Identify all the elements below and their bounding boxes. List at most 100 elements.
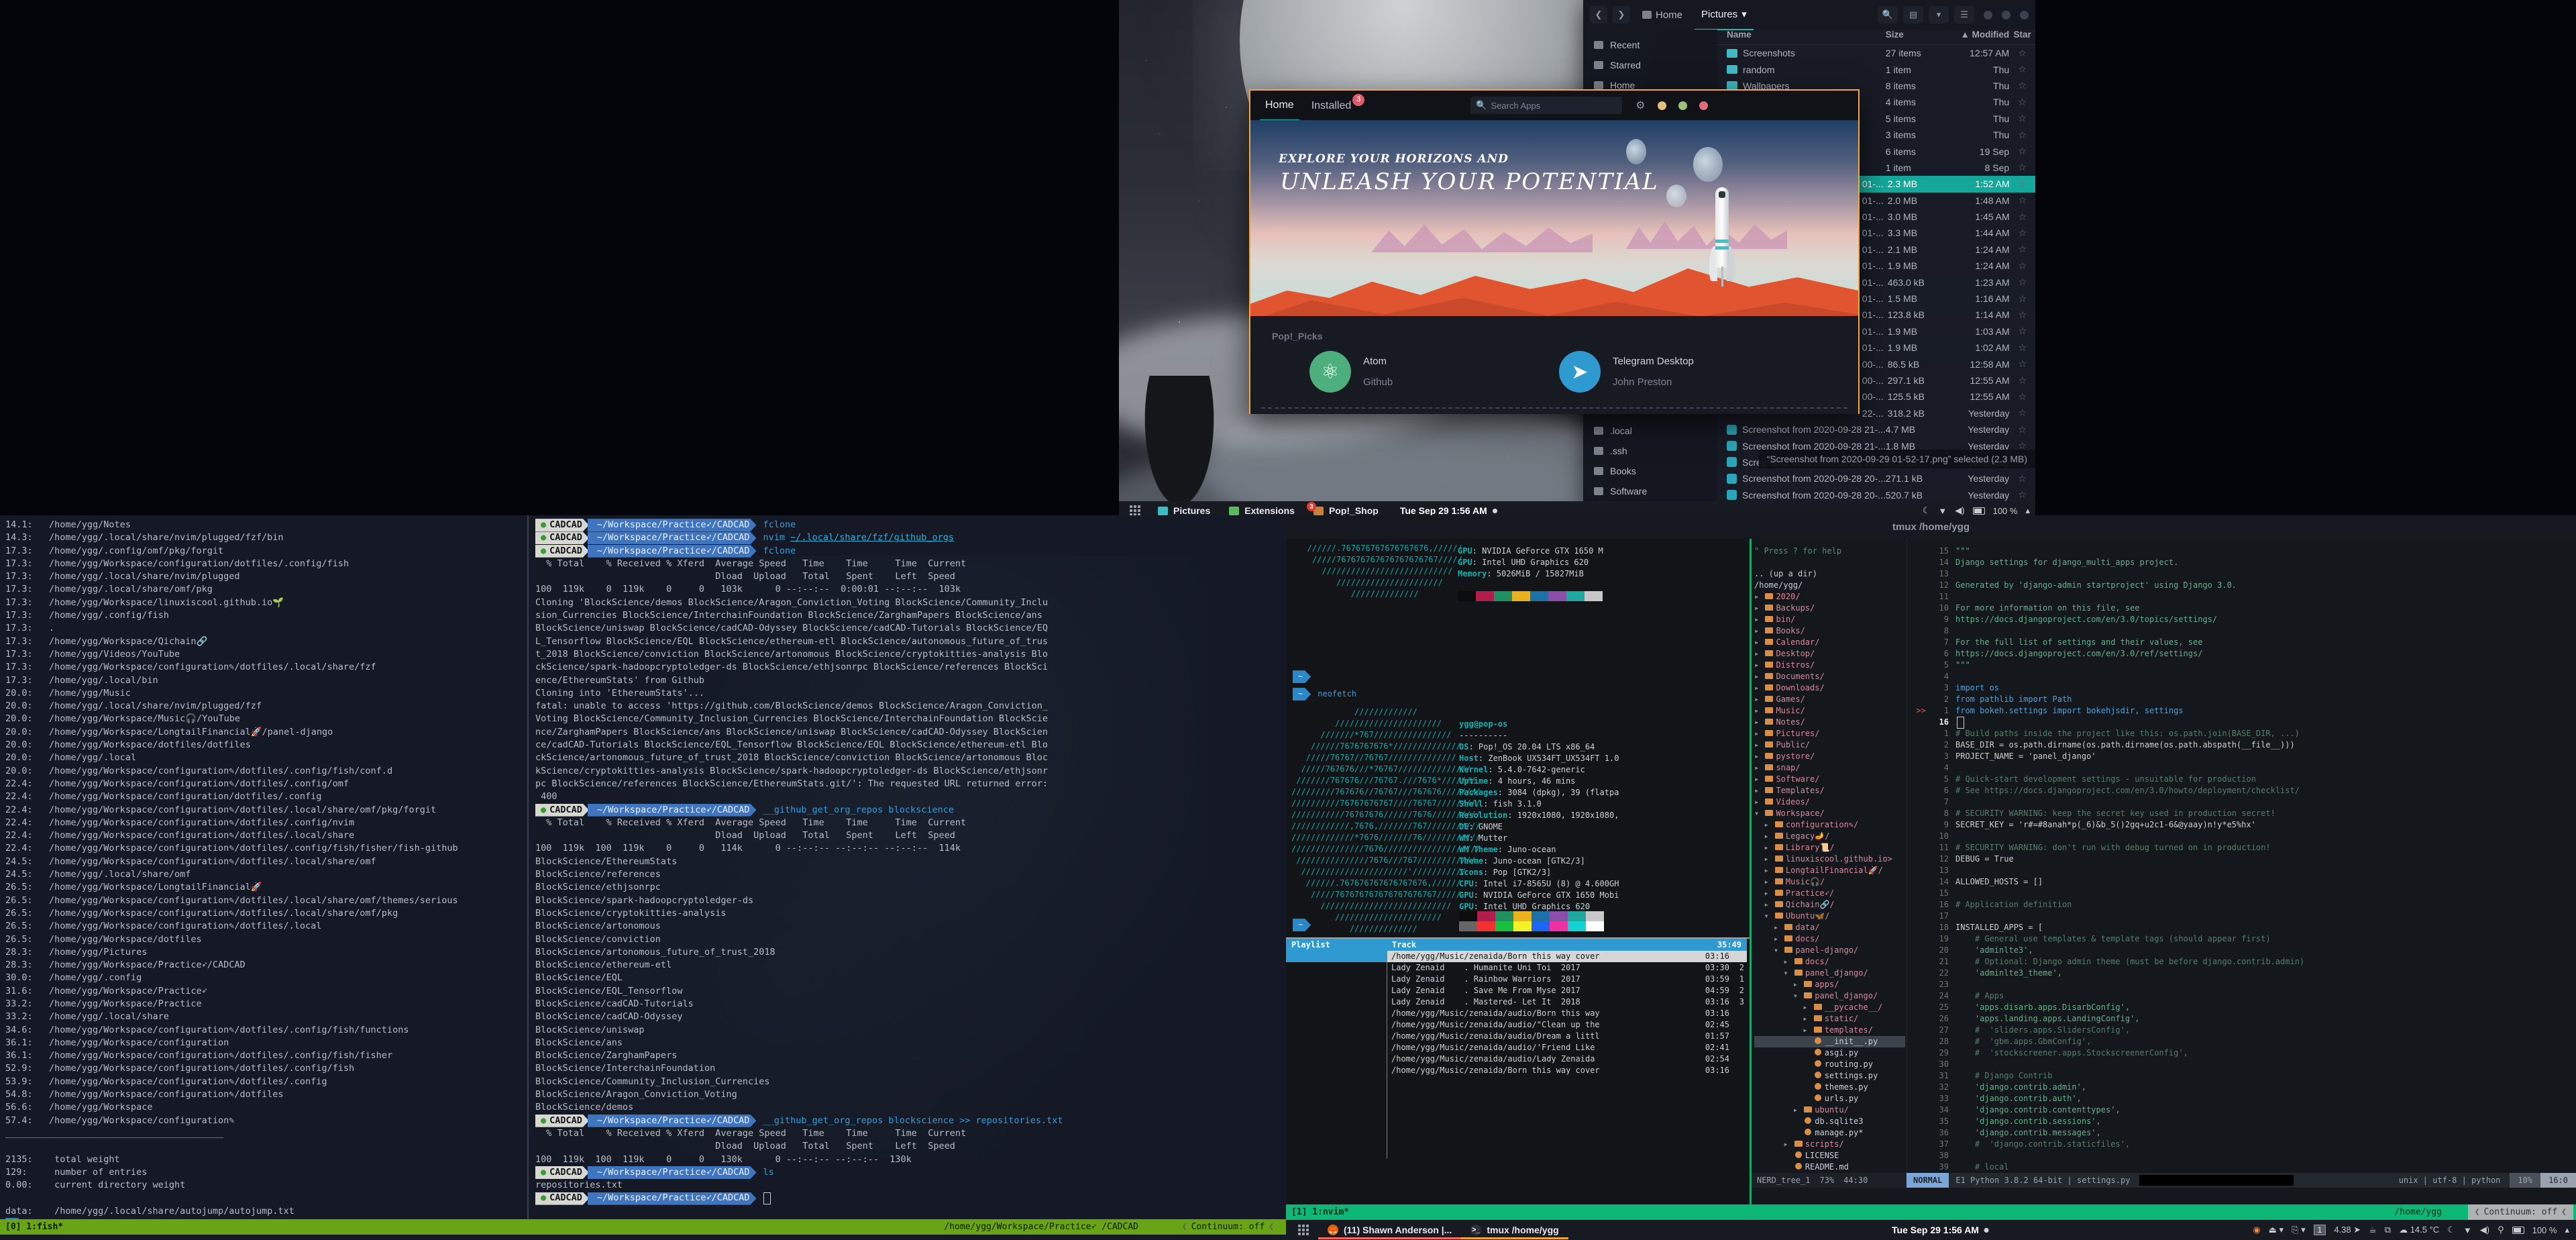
star-toggle[interactable]: ☆ <box>2010 260 2035 272</box>
caffeine-icon[interactable]: ☕ <box>2369 1225 2377 1235</box>
track-row[interactable]: /home/ygg/Music/zenaida/audio/Born this … <box>1387 1008 1747 1019</box>
track-row[interactable]: /home/ygg/Music/zenaida/audio/"Clean up … <box>1387 1019 1747 1031</box>
app-grid-icon[interactable] <box>1298 1225 1309 1235</box>
firefox-nightly-icon[interactable]: ◉ <box>2253 1225 2260 1235</box>
track-row[interactable]: /home/ygg/Music/zenaida/audio/'Friend Li… <box>1387 1042 1747 1053</box>
track-row[interactable]: Lady Zenaid . Rainbow Warriors 201703:59… <box>1387 974 1747 985</box>
star-toggle[interactable]: ☆ <box>2010 325 2035 337</box>
star-toggle[interactable]: ☆ <box>2009 162 2035 173</box>
tmux-pane-fish[interactable]: ●CADCAD~/Workspace/Practice➶/CADCADfclon… <box>530 515 1286 1219</box>
star-toggle[interactable]: ☆ <box>2009 473 2035 484</box>
star-toggle[interactable]: ☆ <box>2010 309 2035 321</box>
star-toggle[interactable]: ☆ <box>2010 407 2035 419</box>
star-toggle[interactable]: ☆ <box>2010 375 2035 386</box>
sidebar-bookmark[interactable]: Software <box>1583 481 1717 501</box>
tmux-window-list[interactable]: [1] 1:nvim* <box>1286 1207 1354 1217</box>
volume-icon[interactable]: ◀) <box>1955 505 1964 516</box>
left-terminal[interactable]: 14.1: /home/ygg/Notes14.3: /home/ygg/.lo… <box>0 515 1286 1240</box>
star-toggle[interactable]: ☆ <box>2009 97 2035 108</box>
star-toggle[interactable]: ☆ <box>2010 391 2035 403</box>
workspaces-icon[interactable]: ⧉ <box>2385 1225 2391 1235</box>
sidebar-bookmark[interactable]: .ssh <box>1583 441 1717 461</box>
tmux-pane-neofetch[interactable]: //////.767676767676767676,////// /////76… <box>1286 539 1747 937</box>
panel-clock[interactable]: Tue Sep 29 1:56 AM <box>1400 505 1497 516</box>
chevron-up-icon[interactable]: ▴ <box>2025 505 2030 516</box>
file-row[interactable]: Screenshots 27 items 12:57 AM ☆ <box>1717 45 2035 61</box>
star-toggle[interactable]: ☆ <box>2010 178 2035 190</box>
star-toggle[interactable]: ☆ <box>2010 244 2035 255</box>
forward-button[interactable]: ❯ <box>1613 6 1630 23</box>
night-light-icon[interactable]: ☾ <box>1923 505 1931 516</box>
star-toggle[interactable]: ☆ <box>2009 80 2035 91</box>
system-tray[interactable]: ☾ ▼ ◀) 100 % ▴ <box>1923 505 2030 516</box>
star-toggle[interactable]: ☆ <box>2010 358 2035 370</box>
microphone-icon[interactable]: ⚲ <box>2498 1225 2504 1235</box>
tmux-pane-divider[interactable] <box>527 515 529 1219</box>
star-toggle[interactable]: ☆ <box>2010 293 2035 305</box>
tmux-pane-vim[interactable]: " Press ? for help .. (up a dir)/home/yg… <box>1752 539 2576 1204</box>
app-card-telegram[interactable]: ➤ Telegram DesktopJohn Preston <box>1559 351 1694 393</box>
system-tray[interactable]: ◉ ⏏ ▾ ⎘ ▾ 1 4.38 ➤ ☕ ⧉ ☁ 14.5 °C ☾ ▼ ◀) … <box>2253 1225 2569 1235</box>
window-button[interactable] <box>1984 11 1992 19</box>
star-toggle[interactable]: ☆ <box>2009 64 2035 75</box>
sidebar-item[interactable]: Starred <box>1583 55 1717 75</box>
playlist-item[interactable] <box>1286 951 1387 962</box>
star-toggle[interactable]: ☆ <box>2010 195 2035 206</box>
weather-indicator[interactable]: ☁ 14.5 °C <box>2399 1225 2439 1235</box>
star-toggle[interactable]: ☆ <box>2010 276 2035 288</box>
clipboard-icon[interactable]: ⎘ ▾ <box>2292 1225 2306 1235</box>
tmux-window-list[interactable]: [0] 1:fish* <box>0 1221 68 1233</box>
tmux-pane-cmus[interactable]: Playlist Track 35:49 /home/ygg/Music/zen… <box>1286 939 1747 1204</box>
list-column-headers[interactable]: Name Size ▲ Modified Star <box>1717 30 2035 45</box>
view-options-button[interactable]: ▾ <box>1929 6 1949 23</box>
wifi-icon[interactable]: ▼ <box>1938 506 1947 516</box>
window-dot[interactable] <box>1699 101 1708 110</box>
taskbar-window-button[interactable]: 🦊 (11) Shawn Anderson |... <box>1318 1221 1461 1239</box>
column-star[interactable]: Star <box>2009 30 2035 44</box>
keyboard-layout-indicator[interactable]: 1 <box>2314 1225 2326 1235</box>
back-button[interactable]: ❮ <box>1590 6 1607 23</box>
window-button[interactable] <box>2020 11 2029 19</box>
sidebar-bookmark[interactable]: .local <box>1583 421 1717 441</box>
column-size[interactable]: Size <box>1886 30 1941 44</box>
shop-tab-installed[interactable]: Installed3 <box>1306 91 1357 120</box>
window-button[interactable] <box>2002 11 2010 19</box>
volume-icon[interactable]: ◀) <box>2480 1225 2489 1235</box>
terminal-titlebar[interactable]: tmux /home/ygg <box>1286 515 2576 539</box>
shop-banner[interactable]: EXPLORE YOUR HORIZONS AND UNLEASH YOUR P… <box>1250 120 1858 316</box>
sidebar-item[interactable]: Recent <box>1583 35 1717 55</box>
gear-icon[interactable]: ⚙ <box>1635 99 1645 112</box>
nerdtree-window[interactable]: " Press ? for help .. (up a dir)/home/yg… <box>1754 546 1905 1173</box>
column-modified[interactable]: ▲ Modified <box>1941 30 2009 44</box>
search-button[interactable]: 🔍 <box>1878 6 1898 23</box>
taskbar-window-button[interactable]: >_ tmux /home/ygg <box>1461 1221 1568 1239</box>
star-toggle[interactable]: ☆ <box>2009 489 2035 501</box>
file-row[interactable]: Screenshot from 2020-09-28 21-... 4.7 MB… <box>1717 421 2035 437</box>
track-row[interactable]: /home/ygg/Music/zenaida/audio/Lady Zenai… <box>1387 1053 1747 1065</box>
location-tab-pictures[interactable]: Pictures ▾ <box>1695 0 1754 30</box>
star-toggle[interactable]: ☆ <box>2010 227 2035 239</box>
sidebar-bookmark[interactable]: Books <box>1583 461 1717 481</box>
night-light-icon[interactable]: ☾ <box>2447 1225 2455 1235</box>
settings-py-buffer[interactable]: 15"""14Django settings for django_multi_… <box>1909 546 2573 1173</box>
file-row[interactable]: random 1 item Thu ☆ <box>1717 61 2035 77</box>
track-row[interactable]: /home/ygg/Music/zenaida/Born this way co… <box>1387 1065 1747 1076</box>
view-grid-button[interactable]: ▤ <box>1903 6 1923 23</box>
tmux-pane-autojump[interactable]: 14.1: /home/ygg/Notes14.3: /home/ygg/.lo… <box>0 515 527 1219</box>
shop-tab-home[interactable]: Home <box>1260 91 1299 121</box>
track-row[interactable]: Lady Zenaid . Save Me From Myse 201704:5… <box>1387 985 1747 996</box>
app-grid-icon[interactable] <box>1130 505 1140 516</box>
column-name[interactable]: Name <box>1717 30 1886 44</box>
playlist-item[interactable] <box>1286 962 1387 974</box>
track-row[interactable]: Lady Zenaid . Humanite Uni Toi 201703:30… <box>1387 962 1747 974</box>
menu-button[interactable]: ☰ <box>1954 6 1974 23</box>
panel-clock[interactable]: Tue Sep 29 1:56 AM <box>1892 1225 1989 1235</box>
star-toggle[interactable]: ☆ <box>2010 342 2035 354</box>
home-tab[interactable]: Home <box>1635 1 1689 30</box>
track-row[interactable]: /home/ygg/Music/zenaida/audio/Dream a li… <box>1387 1031 1747 1042</box>
track-row[interactable]: Lady Zenaid . Mastered- Let It 201803:16… <box>1387 996 1747 1008</box>
track-row[interactable]: /home/ygg/Music/zenaida/Born this way co… <box>1387 951 1747 962</box>
shop-search-input[interactable]: 🔍Search Apps <box>1470 97 1622 114</box>
chevron-up-icon[interactable]: ▴ <box>2565 1225 2569 1235</box>
star-toggle[interactable]: ☆ <box>2009 130 2035 141</box>
